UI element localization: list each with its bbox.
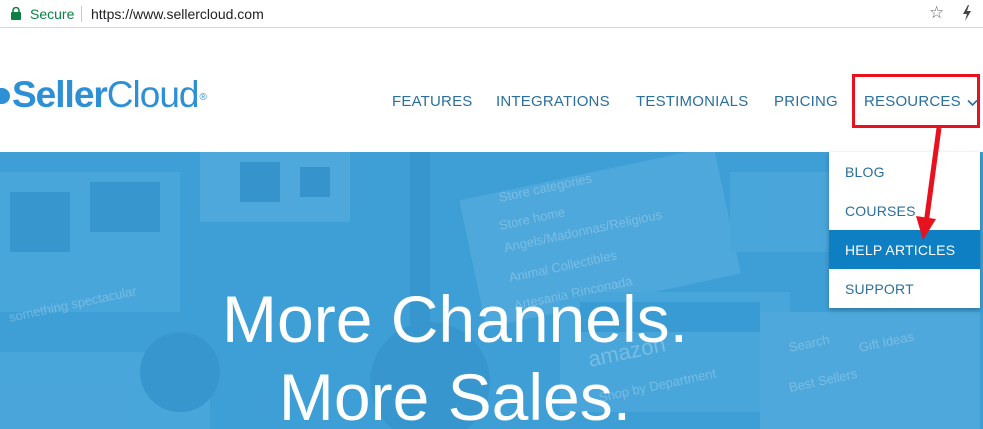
hero-headline-line1: More Channels. — [222, 282, 688, 356]
browser-address-bar: Secure https://www.sellercloud.com ☆ — [0, 0, 983, 28]
logo-registered-mark: ® — [199, 91, 207, 103]
lock-icon — [11, 7, 21, 20]
url-field[interactable]: https://www.sellercloud.com — [91, 6, 264, 22]
nav-testimonials[interactable]: TESTIMONIALS — [636, 93, 748, 110]
address-divider — [81, 6, 82, 22]
sellercloud-logo[interactable]: SellerCloud ® — [0, 73, 207, 117]
menu-item-blog[interactable]: BLOG — [829, 152, 980, 191]
logo-text-cloud: Cloud — [106, 74, 200, 115]
resources-dropdown-menu: BLOG COURSES HELP ARTICLES SUPPORT — [829, 152, 980, 308]
menu-item-help-articles[interactable]: HELP ARTICLES — [829, 230, 980, 269]
hero-headline-line2: More Sales. — [278, 360, 632, 429]
logo-mark — [0, 88, 10, 104]
nav-integrations[interactable]: INTEGRATIONS — [496, 93, 610, 110]
menu-item-courses[interactable]: COURSES — [829, 191, 980, 230]
secure-label[interactable]: Secure — [30, 6, 74, 22]
logo-text: SellerCloud — [12, 74, 200, 115]
nav-pricing[interactable]: PRICING — [774, 93, 838, 110]
star-icon[interactable]: ☆ — [929, 4, 944, 22]
nav-features[interactable]: FEATURES — [392, 93, 473, 110]
menu-item-support[interactable]: SUPPORT — [829, 269, 980, 308]
annotation-highlight-box — [852, 74, 980, 128]
logo-text-seller: Seller — [12, 74, 108, 115]
site-header: SellerCloud ® FEATURES INTEGRATIONS TEST… — [0, 29, 983, 152]
bolt-icon[interactable] — [961, 4, 973, 22]
annotation-arrow — [916, 127, 942, 240]
